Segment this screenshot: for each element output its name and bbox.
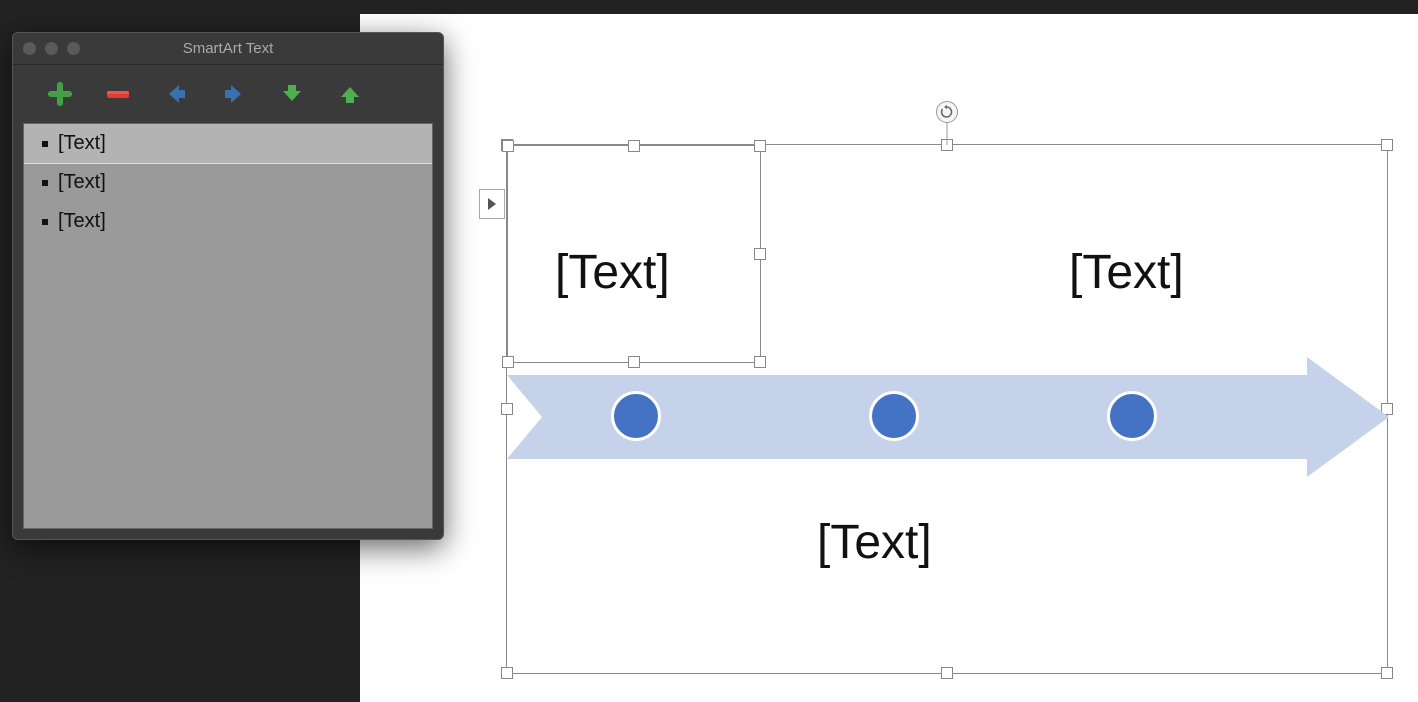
list-item-text: [Text] [58,171,106,194]
demote-button[interactable] [217,77,251,111]
resize-handle-br[interactable] [1381,667,1393,679]
window-controls [23,42,80,55]
list-item[interactable]: [Text] [24,124,432,163]
rotate-handle[interactable] [936,101,958,123]
arrow-down-icon [279,81,305,107]
move-up-button[interactable] [333,77,367,111]
rotate-connector [947,123,948,145]
zoom-window-icon[interactable] [67,42,80,55]
slide-canvas[interactable]: [Text] [Text] [Text] [378,14,1418,702]
inner-resize-bl[interactable] [502,356,514,368]
promote-button[interactable] [159,77,193,111]
smartart-text-pane-toggle[interactable] [479,189,505,219]
resize-handle-bm[interactable] [941,667,953,679]
resize-handle-tr[interactable] [1381,139,1393,151]
arrow-right-icon [221,81,247,107]
resize-handle-bl[interactable] [501,667,513,679]
rotate-icon [940,105,954,119]
minimize-window-icon[interactable] [45,42,58,55]
close-window-icon[interactable] [23,42,36,55]
remove-bullet-button[interactable] [101,77,135,111]
timeline-dot-3[interactable] [1107,391,1157,441]
list-item[interactable]: [Text] [24,163,432,202]
panel-titlebar[interactable]: SmartArt Text [13,33,443,65]
add-bullet-button[interactable] [43,77,77,111]
arrow-up-icon [337,81,363,107]
arrow-left-icon [163,81,189,107]
smartart-selection-box[interactable]: [Text] [Text] [Text] [506,144,1388,674]
timeline-label-3[interactable]: [Text] [1069,245,1184,300]
smartart-text-panel[interactable]: SmartArt Text [12,32,444,540]
minus-icon [104,81,132,107]
timeline-dot-1[interactable] [611,391,661,441]
timeline-label-2[interactable]: [Text] [817,515,932,570]
list-item-text: [Text] [58,132,106,155]
inner-resize-tl[interactable] [502,140,514,152]
list-item-text: [Text] [58,210,106,233]
inner-resize-bm[interactable] [628,356,640,368]
bullet-icon [42,141,48,147]
inner-resize-br[interactable] [754,356,766,368]
bullet-icon [42,180,48,186]
inner-resize-tm[interactable] [628,140,640,152]
move-down-button[interactable] [275,77,309,111]
bullet-icon [42,219,48,225]
chevron-right-icon [488,198,496,210]
panel-toolbar [13,65,443,123]
text-selection-box[interactable] [507,145,761,363]
inner-resize-tr[interactable] [754,140,766,152]
bullet-list[interactable]: [Text] [Text] [Text] [23,123,433,529]
list-item[interactable]: [Text] [24,202,432,241]
inner-resize-rm[interactable] [754,248,766,260]
timeline-dot-2[interactable] [869,391,919,441]
plus-icon [47,81,73,107]
